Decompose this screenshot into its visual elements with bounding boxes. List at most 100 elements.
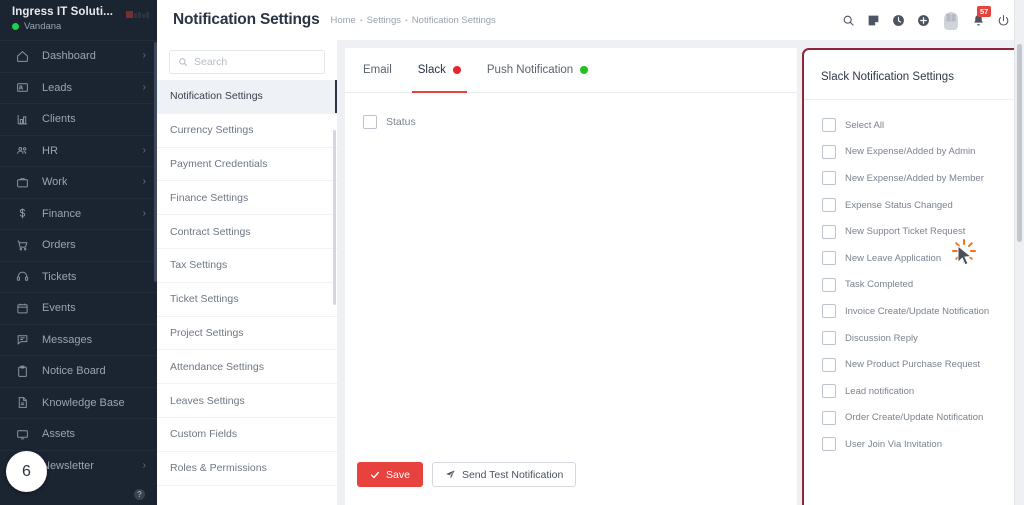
settings-menu-item-notification-settings[interactable]: Notification Settings [157, 80, 337, 114]
slack-option-new-leave-application[interactable]: New Leave Application [822, 245, 1022, 272]
action-button-row: Save Send Test Notification [345, 462, 797, 505]
tab-slack[interactable]: Slack [411, 48, 468, 93]
sidebar-item-clients[interactable]: Clients [0, 103, 157, 135]
calendar-icon [14, 302, 31, 315]
settings-menu-item-tax-settings[interactable]: Tax Settings [157, 249, 337, 283]
slack-option-lead-notification[interactable]: Lead notification [822, 378, 1022, 405]
clock-icon[interactable] [892, 14, 905, 27]
checkbox[interactable] [822, 331, 836, 346]
top-bar: Notification Settings Home • Settings • … [157, 0, 1024, 40]
settings-menu-panel: Notification Settings Currency Settings … [157, 40, 337, 505]
help-icon[interactable]: ? [134, 488, 145, 500]
checkbox[interactable] [822, 357, 836, 372]
sidebar-item-hr[interactable]: HR › [0, 134, 157, 167]
tab-push-notification[interactable]: Push Notification [487, 48, 589, 93]
sidebar-item-assets[interactable]: Assets [0, 418, 157, 450]
brand-user: Vandana [12, 21, 145, 32]
slack-option-expense-status-changed[interactable]: Expense Status Changed [822, 192, 1022, 219]
slack-option-task-completed[interactable]: Task Completed [822, 272, 1022, 299]
slack-status-dot [452, 66, 461, 74]
breadcrumb-item-home[interactable]: Home [331, 15, 356, 26]
settings-menu-item-attendance-settings[interactable]: Attendance Settings [157, 350, 337, 385]
breadcrumb-separator: • [404, 15, 408, 25]
search-input[interactable] [194, 56, 316, 68]
power-icon[interactable] [997, 14, 1010, 27]
checkbox[interactable] [822, 198, 836, 213]
topbar-icon-group: 57 [842, 5, 1010, 31]
mouse-pointer-overlay [944, 12, 958, 30]
checkbox[interactable] [822, 118, 836, 133]
sidebar-item-work[interactable]: Work › [0, 166, 157, 198]
save-button-label: Save [386, 468, 410, 481]
settings-menu-item-leaves-settings[interactable]: Leaves Settings [157, 384, 337, 418]
option-label: New Product Purchase Request [845, 359, 981, 371]
sidebar-item-label: Newsletter [42, 459, 94, 472]
step-badge: 6 [6, 451, 47, 492]
checkbox[interactable] [822, 437, 836, 452]
slack-option-user-join-via-invitation[interactable]: User Join Via Invitation [822, 431, 1022, 458]
checkbox[interactable] [822, 251, 836, 266]
sidebar-item-finance[interactable]: Finance › [0, 197, 157, 230]
settings-menu-item-payment-credentials[interactable]: Payment Credentials [157, 148, 337, 182]
app-root: Ingress IT Soluti... Vandana Dashboard ›… [0, 0, 1024, 505]
settings-menu-label: Project Settings [170, 326, 244, 339]
status-checkbox[interactable] [363, 115, 377, 129]
slack-option-order-create-update[interactable]: Order Create/Update Notification [822, 405, 1022, 432]
breadcrumb-separator: • [359, 15, 363, 25]
settings-menu-scrollbar-thumb[interactable] [333, 130, 336, 305]
settings-menu-item-ticket-settings[interactable]: Ticket Settings [157, 283, 337, 317]
sidebar-item-leads[interactable]: Leads › [0, 71, 157, 104]
slack-option-invoice-create-update[interactable]: Invoice Create/Update Notification [822, 298, 1022, 325]
save-button[interactable]: Save [357, 462, 423, 487]
sidebar-item-dashboard[interactable]: Dashboard › [0, 40, 157, 72]
notification-tabs: Email Slack Push Notification [345, 48, 797, 93]
option-label: New Expense/Added by Member [845, 172, 984, 184]
settings-menu-item-custom-fields[interactable]: Custom Fields [157, 418, 337, 452]
plus-circle-icon[interactable] [917, 14, 930, 27]
settings-search-wrap [157, 40, 337, 80]
settings-menu-item-contract-settings[interactable]: Contract Settings [157, 215, 337, 249]
checkbox[interactable] [822, 144, 836, 159]
slack-option-new-product-purchase-request[interactable]: New Product Purchase Request [822, 351, 1022, 378]
checkbox[interactable] [822, 410, 836, 425]
gift-icon[interactable] [942, 9, 960, 31]
send-test-notification-button[interactable]: Send Test Notification [431, 462, 577, 487]
slack-option-discussion-reply[interactable]: Discussion Reply [822, 325, 1022, 352]
page-scrollbar-thumb[interactable] [1017, 44, 1022, 242]
sidebar-item-label: Finance [42, 207, 82, 220]
slack-option-new-expense-admin[interactable]: New Expense/Added by Admin [822, 139, 1022, 166]
settings-search-box[interactable] [169, 50, 325, 74]
page-scrollbar-track[interactable] [1014, 0, 1024, 505]
settings-menu-item-currency-settings[interactable]: Currency Settings [157, 114, 337, 148]
users-icon [14, 144, 31, 157]
option-label: Select All [845, 119, 885, 131]
checkbox[interactable] [822, 171, 836, 186]
sidebar-item-tickets[interactable]: Tickets [0, 260, 157, 293]
settings-menu-item-roles-permissions[interactable]: Roles & Permissions [157, 452, 337, 486]
chevron-right-icon: › [142, 81, 146, 93]
slack-option-new-expense-member[interactable]: New Expense/Added by Member [822, 165, 1022, 192]
settings-menu-item-finance-settings[interactable]: Finance Settings [157, 181, 337, 216]
breadcrumb-item-current: Notification Settings [411, 14, 496, 26]
tab-email[interactable]: Email [363, 48, 392, 93]
breadcrumb-item-settings[interactable]: Settings [367, 15, 401, 26]
bar-chart-icon [14, 113, 31, 126]
checkbox[interactable] [822, 224, 836, 239]
checkbox[interactable] [822, 384, 836, 399]
sidebar-item-label: Assets [42, 428, 76, 441]
sidebar-item-messages[interactable]: Messages [0, 323, 157, 356]
checkbox[interactable] [822, 277, 836, 292]
brand-header[interactable]: Ingress IT Soluti... Vandana [0, 0, 157, 40]
settings-menu-item-project-settings[interactable]: Project Settings [157, 317, 337, 351]
sidebar-item-events[interactable]: Events [0, 292, 157, 324]
sidebar-item-knowledge-base[interactable]: Knowledge Base [0, 386, 157, 419]
sidebar-item-orders[interactable]: Orders [0, 229, 157, 261]
slack-option-select-all[interactable]: Select All [822, 112, 1022, 139]
bell-icon[interactable]: 57 [972, 5, 992, 27]
sidebar-item-notice-board[interactable]: Notice Board [0, 355, 157, 387]
note-icon[interactable] [867, 14, 880, 27]
checkbox[interactable] [822, 304, 836, 319]
notification-tab-card: Email Slack Push Notification Status Sav… [345, 48, 797, 505]
search-icon[interactable] [842, 14, 855, 27]
slack-option-new-support-ticket-request[interactable]: New Support Ticket Request [822, 218, 1022, 245]
